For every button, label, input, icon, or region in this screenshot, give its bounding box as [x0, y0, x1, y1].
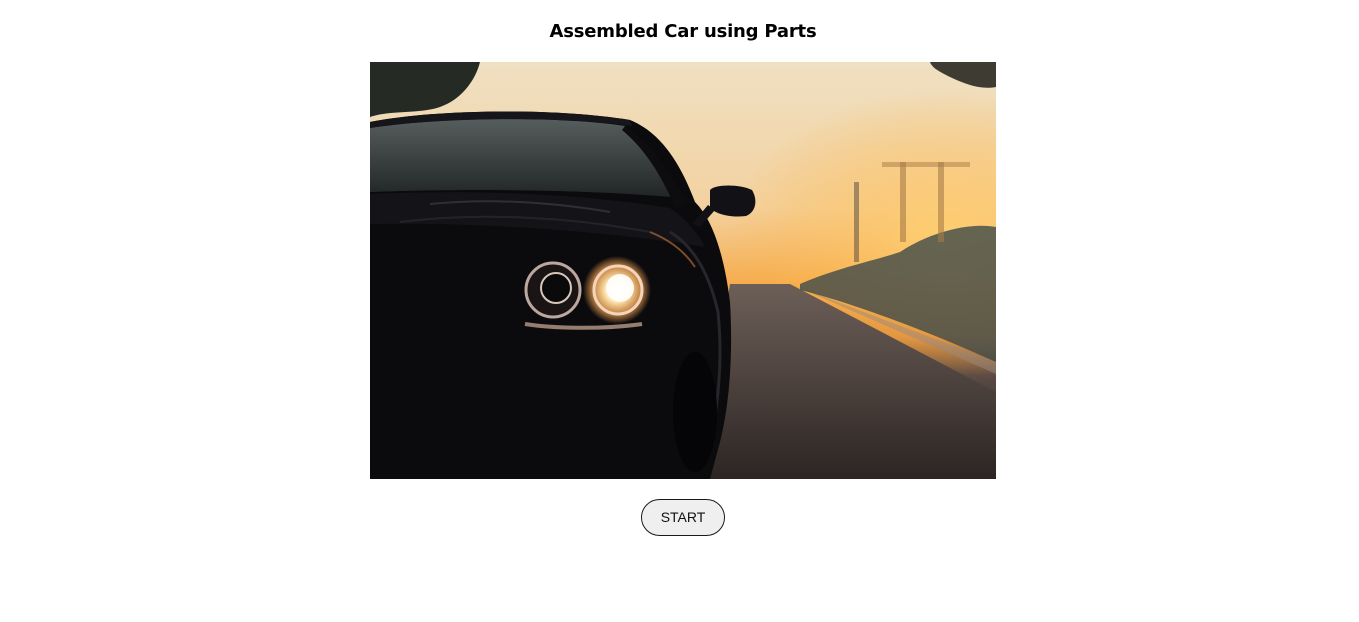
car-photo [370, 62, 996, 479]
page: Assembled Car using Parts START [0, 0, 1359, 622]
page-title: Assembled Car using Parts [549, 21, 817, 42]
start-button[interactable]: START [641, 499, 725, 536]
